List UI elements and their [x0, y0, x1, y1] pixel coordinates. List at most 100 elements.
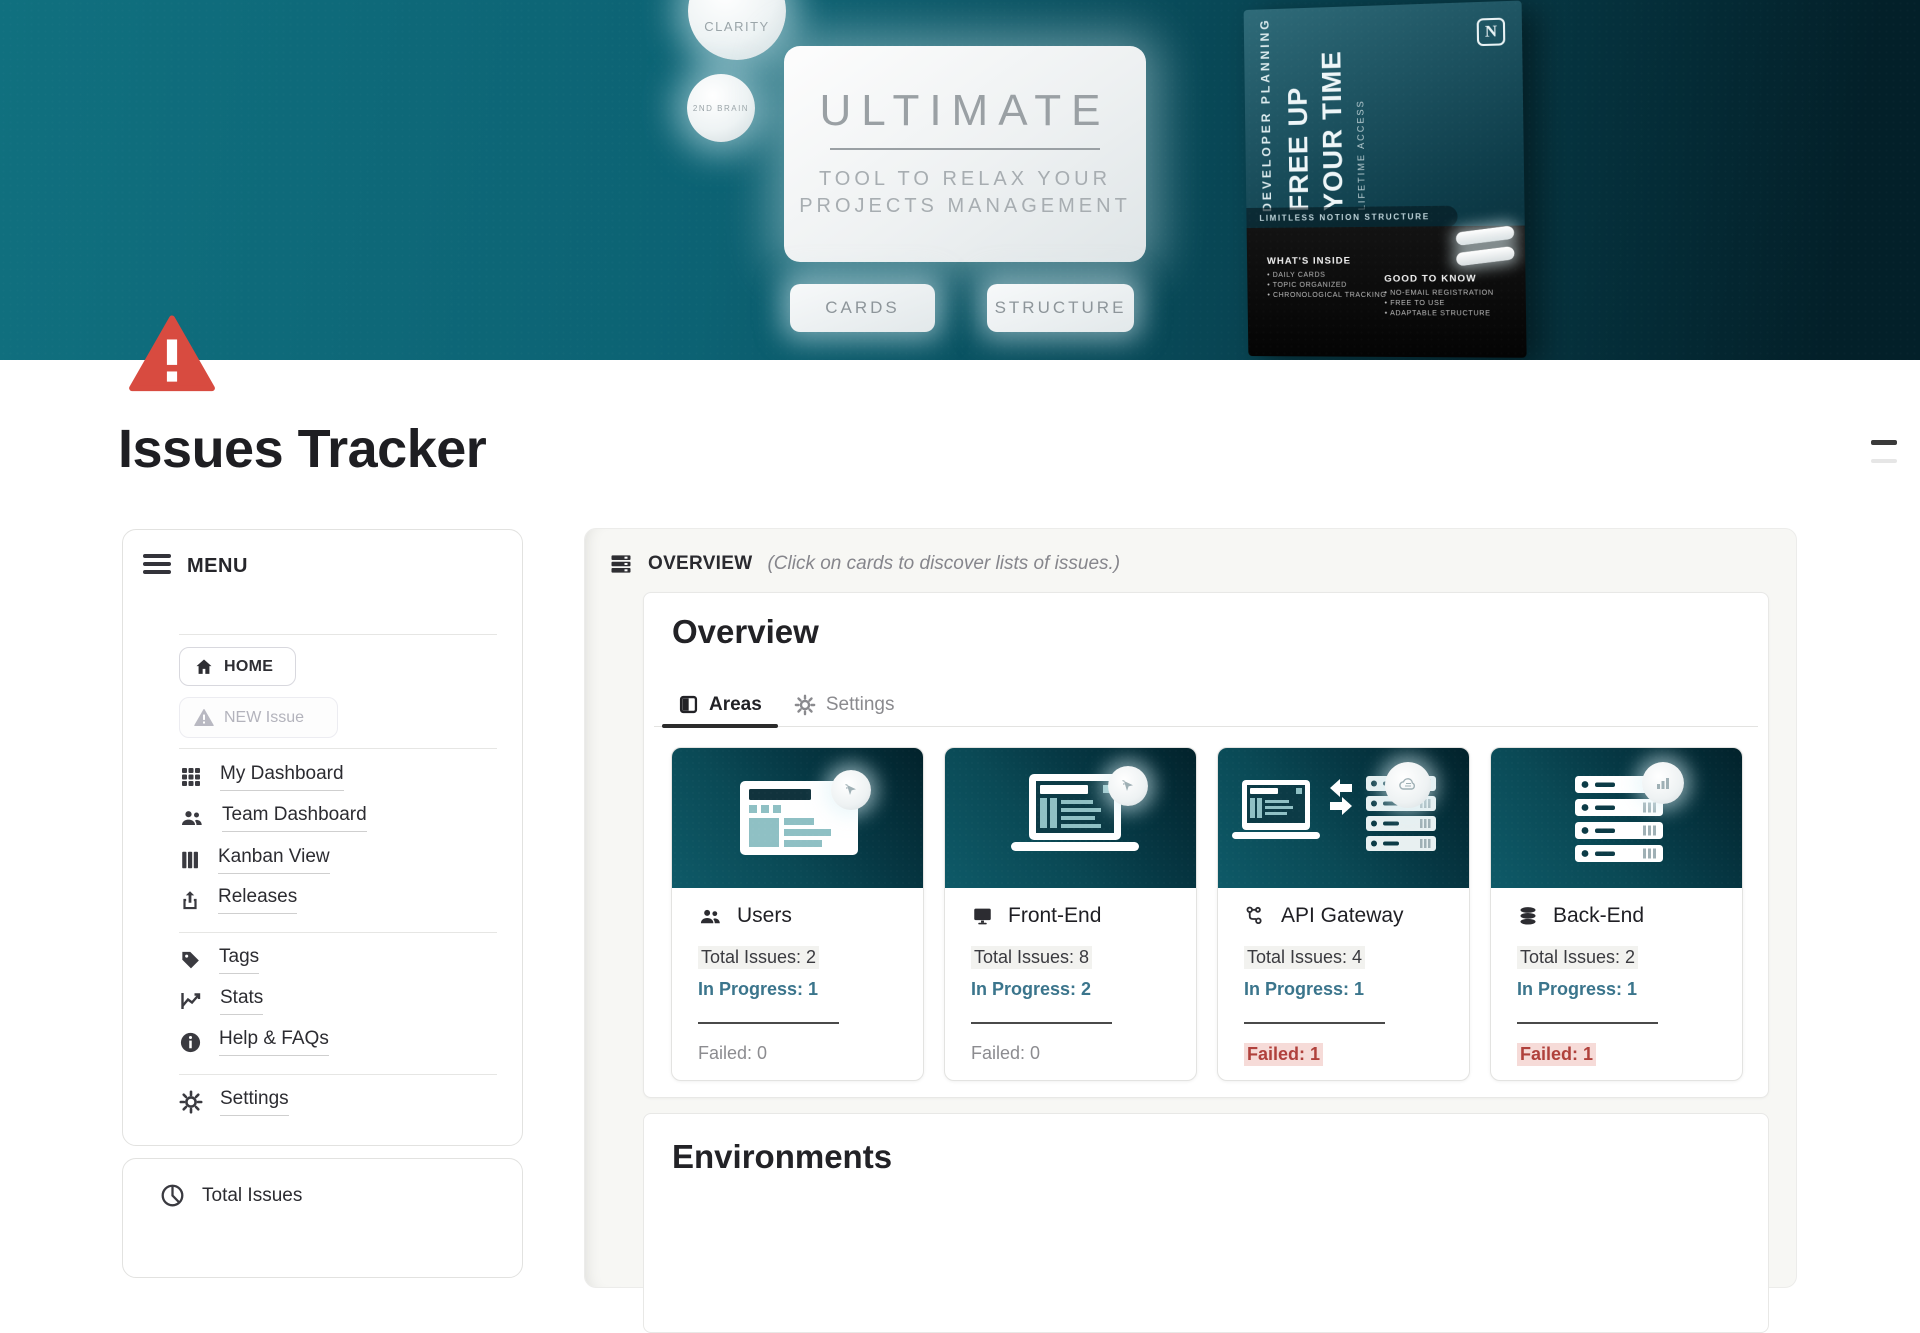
area-card-in-progress: In Progress: 1: [698, 979, 818, 1000]
divider: [698, 1022, 839, 1024]
area-card-in-progress: In Progress: 2: [971, 979, 1091, 1000]
people-icon: [698, 905, 723, 928]
main-panel: OVERVIEW (Click on cards to discover lis…: [584, 528, 1797, 1288]
box-inside-item: CHRONOLOGICAL TRACKING: [1267, 292, 1386, 299]
sidebar-menu-card: MENU HOME NEW Issue My Dashboard Team Da: [122, 529, 523, 1146]
hamburger-icon[interactable]: [143, 554, 171, 578]
box-inside-item: DAILY CARDS: [1267, 271, 1386, 278]
divider: [179, 932, 497, 933]
sidebar-item-label: Team Dashboard: [222, 804, 367, 832]
environments-card: Environments: [643, 1113, 1769, 1333]
area-card-total: Total Issues: 4: [1244, 946, 1365, 969]
chart-badge-icon: [1642, 762, 1684, 804]
divider: [179, 634, 497, 635]
overview-tabs: Areas Settings: [654, 683, 1758, 727]
area-card-front-end[interactable]: Front-End Total Issues: 8 In Progress: 2…: [944, 747, 1197, 1081]
cursor-badge-icon: [1108, 766, 1148, 806]
divider: [179, 1074, 497, 1075]
divider: [1871, 459, 1897, 463]
box-side-label: DEVELOPER PLANNING: [1258, 17, 1275, 212]
hero-subtitle-line2: PROJECTS MANAGEMENT: [784, 193, 1146, 220]
area-card-image: [1218, 748, 1469, 888]
area-card-api-gateway[interactable]: API Gateway Total Issues: 4 In Progress:…: [1217, 747, 1470, 1081]
box-headline-2: YOUR TIME: [1316, 50, 1350, 211]
tab-label: Areas: [709, 694, 762, 716]
new-issue-button[interactable]: NEW Issue: [179, 697, 338, 738]
kanban-columns-icon: [179, 848, 201, 872]
sidebar-item-releases[interactable]: Releases: [179, 886, 297, 914]
area-card-total: Total Issues: 2: [1517, 946, 1638, 969]
tab-label: Settings: [826, 694, 895, 716]
area-card-failed: Failed: 0: [971, 1043, 1040, 1064]
sidebar-item-stats[interactable]: Stats: [179, 987, 263, 1015]
sidebar-item-label: Help & FAQs: [219, 1028, 329, 1056]
tab-areas[interactable]: Areas: [662, 683, 778, 726]
sidebar-item-label: Settings: [220, 1088, 289, 1116]
area-card-failed: Failed: 0: [698, 1043, 767, 1064]
area-card-users[interactable]: Users Total Issues: 2 In Progress: 1 Fai…: [671, 747, 924, 1081]
areas-icon: [678, 694, 699, 715]
clarity-bubble-label: CLARITY: [704, 19, 769, 34]
line-chart-icon: [179, 989, 203, 1013]
collapse-toggle-button[interactable]: [1871, 440, 1897, 463]
gear-icon: [794, 694, 816, 716]
page-title: Issues Tracker: [118, 418, 486, 480]
sidebar-item-help-faqs[interactable]: Help & FAQs: [179, 1028, 329, 1056]
monitor-icon: [971, 905, 994, 927]
tag-icon: [179, 948, 202, 972]
page-warning-icon: [128, 314, 216, 394]
warning-icon: [194, 708, 214, 727]
area-card-in-progress: In Progress: 1: [1244, 979, 1364, 1000]
area-card-failed: Failed: 1: [1244, 1043, 1323, 1066]
sidebar-item-my-dashboard[interactable]: My Dashboard: [179, 763, 344, 791]
divider: [971, 1022, 1112, 1024]
sidebar-item-tags[interactable]: Tags: [179, 946, 259, 974]
sidebar-item-team-dashboard[interactable]: Team Dashboard: [179, 804, 367, 832]
share-up-icon: [179, 888, 201, 912]
area-card-title: API Gateway: [1281, 904, 1404, 928]
pie-chart-icon: [160, 1183, 185, 1208]
sidebar-stats-card: Total Issues: [122, 1158, 523, 1278]
sidebar-item-kanban-view[interactable]: Kanban View: [179, 846, 330, 874]
divider: [1244, 1022, 1385, 1024]
box-headline-1: FREE UP: [1282, 86, 1315, 211]
home-button-label: HOME: [224, 658, 273, 676]
tab-settings[interactable]: Settings: [778, 683, 911, 726]
second-brain-bubble-label: 2ND BRAIN: [693, 104, 749, 113]
box-know-title: GOOD TO KNOW: [1384, 273, 1515, 285]
hero-card: ULTIMATE TOOL TO RELAX YOUR PROJECTS MAN…: [784, 46, 1146, 262]
database-icon: [1517, 905, 1539, 927]
box-know-item: ADAPTABLE STRUCTURE: [1385, 310, 1516, 317]
clarity-bubble: CLARITY: [688, 0, 786, 60]
sidebar-item-label: Releases: [218, 886, 297, 914]
info-icon: [179, 1031, 202, 1054]
area-card-back-end[interactable]: Back-End Total Issues: 2 In Progress: 1 …: [1490, 747, 1743, 1081]
hero-title: ULTIMATE: [784, 86, 1146, 136]
sidebar-item-label: Stats: [220, 987, 263, 1015]
area-card-image: [1491, 748, 1742, 888]
structure-pill: STRUCTURE: [987, 284, 1134, 332]
cursor-badge-icon: [831, 770, 871, 810]
area-card-in-progress: In Progress: 1: [1517, 979, 1637, 1000]
sidebar-item-label: Kanban View: [218, 846, 330, 874]
gear-icon: [179, 1090, 203, 1114]
box-know-item: NO-EMAIL REGISTRATION: [1384, 290, 1515, 297]
area-card-image: [945, 748, 1196, 888]
home-icon: [194, 657, 214, 677]
sidebar-item-total-issues[interactable]: Total Issues: [160, 1183, 302, 1208]
product-box-bottom: WHAT'S INSIDE DAILY CARDS TOPIC ORGANIZE…: [1247, 226, 1527, 358]
box-sub-label: LIFETIME ACCESS: [1355, 100, 1367, 211]
new-issue-button-label: NEW Issue: [224, 709, 304, 727]
box-know-item: FREE TO USE: [1384, 300, 1515, 307]
cards-pill: CARDS: [790, 284, 935, 332]
sidebar-item-settings[interactable]: Settings: [179, 1088, 289, 1116]
environments-title: Environments: [672, 1138, 892, 1176]
sidebar-item-label: My Dashboard: [220, 763, 344, 791]
area-card-image: [672, 748, 923, 888]
area-card-title: Front-End: [1008, 904, 1101, 928]
product-box-top: N DEVELOPER PLANNING FREE UP YOUR TIME L…: [1244, 1, 1525, 228]
divider: [1517, 1022, 1658, 1024]
divider: [179, 748, 497, 749]
section-header-note: (Click on cards to discover lists of iss…: [767, 553, 1120, 575]
home-button[interactable]: HOME: [179, 647, 296, 686]
